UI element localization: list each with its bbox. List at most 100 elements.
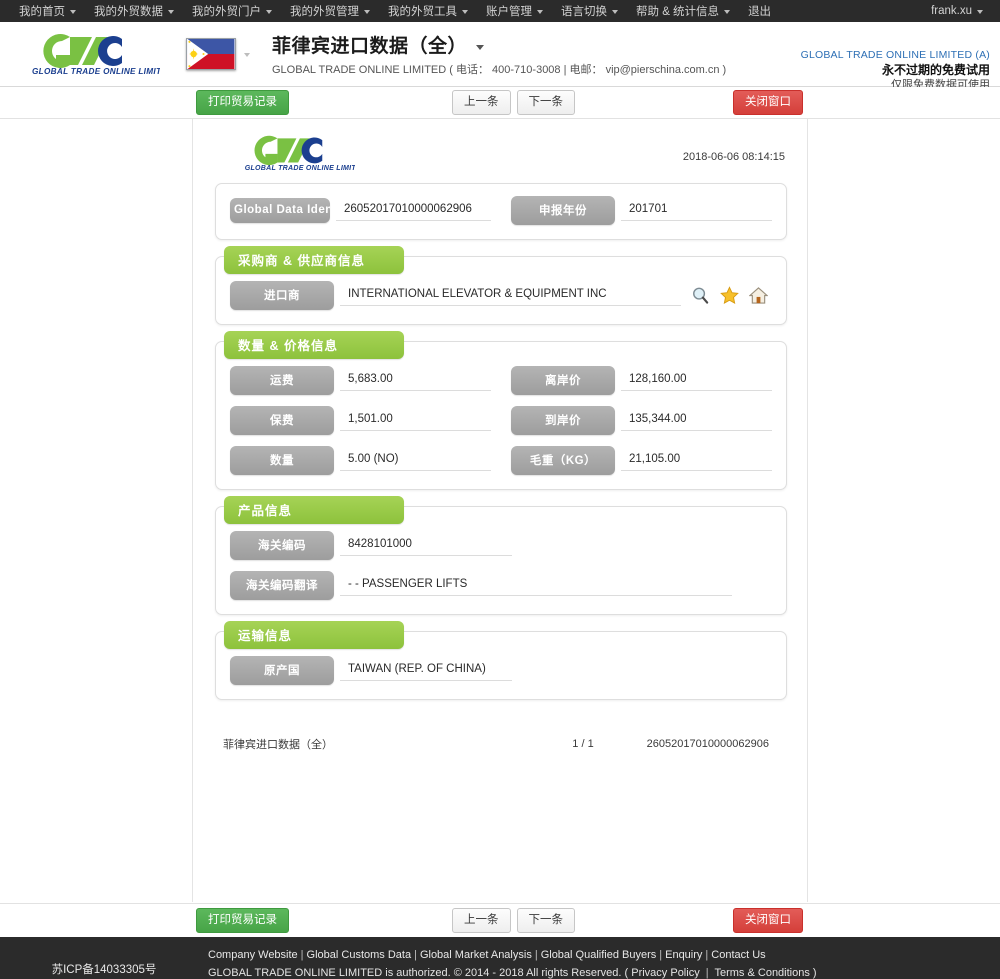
- gto-logo-icon: GLOBAL TRADE ONLINE LIMITED: [32, 34, 160, 76]
- field-value: TAIWAN (REP. OF CHINA): [340, 660, 512, 681]
- field-value: 21,105.00: [621, 450, 772, 471]
- field-label: 海关编码翻译: [230, 571, 334, 600]
- top-nav-item-label: 我的外贸管理: [290, 6, 359, 18]
- field-label: 进口商: [230, 281, 334, 310]
- section-product-info: 产品信息 海关编码 8428101000 海关编码翻译 - - PASSENGE…: [215, 496, 787, 615]
- field-label: 原产国: [230, 656, 334, 685]
- title-row: 菲律宾进口数据（全）: [272, 31, 726, 58]
- section-legend: 产品信息: [224, 496, 404, 524]
- field-label: Global Data Identity: [230, 198, 330, 223]
- row-action-icons: [681, 286, 772, 305]
- field-value: INTERNATIONAL ELEVATOR & EQUIPMENT INC: [340, 285, 681, 306]
- user-menu-label: frank.xu: [931, 5, 972, 17]
- previous-record-button[interactable]: 上一条: [452, 90, 511, 115]
- print-trade-record-button-bottom[interactable]: 打印贸易记录: [196, 908, 289, 933]
- close-window-button[interactable]: 关闭窗口: [733, 90, 803, 115]
- print-trade-record-button[interactable]: 打印贸易记录: [196, 90, 289, 115]
- chevron-down-icon: [266, 10, 272, 14]
- hs-code-row: 海关编码 8428101000: [230, 531, 772, 560]
- price-row: 保费 1,501.00 到岸价 135,344.00: [230, 406, 772, 435]
- price-row: 数量 5.00 (NO) 毛重（KG） 21,105.00: [230, 446, 772, 475]
- top-navigation-bar: 我的首页 我的外贸数据 我的外贸门户 我的外贸管理 我的外贸工具 账户管理 语言切换 帮助 &…: [0, 0, 1000, 22]
- field-freight: 运费 5,683.00: [230, 366, 491, 395]
- star-icon[interactable]: [720, 286, 739, 305]
- top-nav-item-0[interactable]: 我的首页: [10, 0, 85, 22]
- company-contact-line: GLOBAL TRADE ONLINE LIMITED ( 电话： 400-71…: [272, 64, 727, 76]
- user-menu[interactable]: frank.xu: [922, 0, 992, 22]
- footer-link-0[interactable]: Company Website: [208, 949, 298, 961]
- footer-separator: |: [705, 949, 709, 961]
- footer-link-5[interactable]: Contact Us: [711, 949, 765, 961]
- field-value: 26052017010000062906: [336, 200, 491, 221]
- section-legend: 数量 & 价格信息: [224, 331, 404, 359]
- field-value: 201701: [621, 200, 772, 221]
- origin-country-row: 原产国 TAIWAN (REP. OF CHINA): [230, 656, 772, 685]
- price-row: 运费 5,683.00 离岸价 128,160.00: [230, 366, 772, 395]
- next-record-button[interactable]: 下一条: [516, 90, 575, 115]
- footer-link-1[interactable]: Global Customs Data: [307, 949, 412, 961]
- document-footer: 菲律宾进口数据（全） 1 / 1 26052017010000062906: [215, 716, 787, 752]
- top-nav-item-label: 帮助 & 统计信息: [636, 6, 720, 18]
- identity-field-global-data-identity: Global Data Identity 2605201701000006290…: [230, 198, 491, 223]
- chevron-down-icon: [537, 10, 543, 14]
- next-record-button-bottom[interactable]: 下一条: [516, 908, 575, 933]
- top-nav-items: 我的首页 我的外贸数据 我的外贸门户 我的外贸管理 我的外贸工具 账户管理 语言切换 帮助 &…: [10, 0, 780, 22]
- page-title: 菲律宾进口数据（全）: [272, 36, 468, 57]
- brand-logo[interactable]: GLOBAL TRADE ONLINE LIMITED: [0, 31, 180, 77]
- document-header: GLOBAL TRADE ONLINE LIMITED 2018-06-06 0…: [215, 133, 787, 183]
- top-nav-item-label: 我的外贸数据: [94, 6, 163, 18]
- svg-text:GLOBAL TRADE ONLINE LIMITED: GLOBAL TRADE ONLINE LIMITED: [245, 165, 355, 172]
- footer-link-3[interactable]: Global Qualified Buyers: [541, 949, 657, 961]
- top-nav-item-8[interactable]: 退出: [739, 0, 780, 22]
- field-cif: 到岸价 135,344.00: [511, 406, 772, 435]
- section-buyer-supplier: 采购商 & 供应商信息 进口商 INTERNATIONAL ELEVATOR &…: [215, 246, 787, 325]
- title-block: 菲律宾进口数据（全） GLOBAL TRADE ONLINE LIMITED (…: [272, 31, 726, 77]
- privacy-policy-link[interactable]: Privacy Policy: [631, 967, 699, 979]
- field-label: 运费: [230, 366, 334, 395]
- footer-separator: |: [414, 949, 417, 961]
- section-legend: 运输信息: [224, 621, 404, 649]
- footer-separator: |: [659, 949, 663, 961]
- top-nav-item-2[interactable]: 我的外贸门户: [183, 0, 281, 22]
- top-nav-item-6[interactable]: 语言切换: [552, 0, 627, 22]
- country-selector[interactable]: [186, 38, 250, 70]
- identity-row: Global Data Identity 2605201701000006290…: [230, 196, 772, 225]
- footer-link-2[interactable]: Global Market Analysis: [420, 949, 532, 961]
- field-value: 5.00 (NO): [340, 450, 491, 471]
- title-chevron-down-icon[interactable]: [476, 45, 485, 50]
- top-nav-item-1[interactable]: 我的外贸数据: [85, 0, 183, 22]
- top-nav-item-label: 退出: [748, 6, 772, 18]
- top-nav-item-3[interactable]: 我的外贸管理: [281, 0, 379, 22]
- footer-content: Company Website | Global Customs Data | Glob…: [208, 944, 817, 979]
- home-icon[interactable]: [749, 286, 768, 305]
- country-chevron-down-icon[interactable]: [244, 53, 250, 57]
- field-value: 135,344.00: [621, 410, 772, 431]
- footer-link-4[interactable]: Enquiry: [665, 949, 702, 961]
- account-trial-status: 永不过期的免费试用: [881, 63, 990, 77]
- chevron-down-icon: [364, 10, 370, 14]
- field-label: 毛重（KG）: [511, 446, 615, 475]
- top-nav-item-7[interactable]: 帮助 & 统计信息: [627, 0, 739, 22]
- footer-separator: |: [534, 949, 538, 961]
- field-label: 海关编码: [230, 531, 334, 560]
- icp-license: 苏ICP备14033305号: [51, 963, 157, 976]
- section-transport-info: 运输信息 原产国 TAIWAN (REP. OF CHINA): [215, 621, 787, 700]
- philippines-flag-icon: [186, 38, 236, 70]
- account-name: GLOBAL TRADE ONLINE LIMITED (A): [800, 49, 990, 61]
- terms-conditions-link[interactable]: Terms & Conditions: [714, 967, 809, 979]
- search-icon[interactable]: [691, 286, 710, 305]
- field-label: 到岸价: [511, 406, 615, 435]
- top-nav-item-label: 我的外贸门户: [192, 6, 261, 18]
- section-body: 运费 5,683.00 离岸价 128,160.00 保费 1,501.00 到…: [230, 350, 772, 475]
- close-window-button-bottom[interactable]: 关闭窗口: [733, 908, 803, 933]
- top-nav-item-5[interactable]: 账户管理: [477, 0, 552, 22]
- hs-description-row: 海关编码翻译 - - PASSENGER LIFTS: [230, 571, 772, 600]
- chevron-down-icon: [168, 10, 174, 14]
- top-nav-item-4[interactable]: 我的外贸工具: [379, 0, 477, 22]
- copyright-suffix: ): [812, 967, 817, 979]
- field-value: 1,501.00: [340, 410, 491, 431]
- gto-logo-icon: GLOBAL TRADE ONLINE LIMITED: [245, 135, 355, 172]
- previous-record-button-bottom[interactable]: 上一条: [452, 908, 511, 933]
- chevron-down-icon: [612, 10, 618, 14]
- top-nav-item-label: 语言切换: [561, 6, 607, 18]
